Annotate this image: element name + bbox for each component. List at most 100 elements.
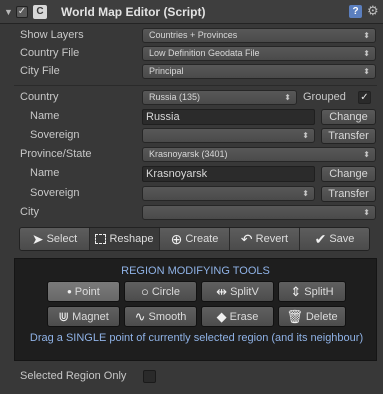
inspector-header: ▼ ✓ C World Map Editor (Script) (0, 0, 383, 24)
reshape-tool-label: Reshape (109, 233, 154, 245)
region-tools-title: REGION MODIFYING TOOLS (121, 265, 270, 277)
cursor-arrow-icon: ➤ (31, 231, 44, 247)
undo-arrow-icon: ↶ (240, 231, 253, 247)
region-tools-panel: REGION MODIFYING TOOLS • Point ○ Circle … (14, 258, 377, 361)
province-value: Krasnoyarsk (3401) (149, 149, 228, 159)
province-transfer-button[interactable]: Transfer (321, 186, 376, 202)
province-row: Province/State Krasnoyarsk (3401) ⬍ (0, 146, 383, 164)
dropdown-arrow-icon: ⬍ (302, 131, 309, 140)
point-tool-button[interactable]: • Point (47, 281, 120, 302)
dropdown-arrow-icon: ⬍ (363, 31, 370, 40)
country-name-field[interactable]: Russia (142, 109, 315, 125)
province-sovereign-dropdown[interactable]: ⬍ (142, 186, 315, 201)
country-sovereign-dropdown[interactable]: ⬍ (142, 128, 315, 143)
revert-tool-button[interactable]: ↶ Revert (230, 228, 300, 250)
create-tool-button[interactable]: ⊕ Create (160, 228, 230, 250)
province-change-button[interactable]: Change (321, 166, 376, 182)
country-file-row: Country File Low Definition Geodata File… (0, 45, 383, 63)
smooth-tool-label: Smooth (148, 310, 187, 323)
country-transfer-button[interactable]: Transfer (321, 128, 376, 144)
select-tool-label: Select (46, 233, 78, 245)
divider (14, 85, 377, 86)
country-file-dropdown[interactable]: Low Definition Geodata File ⬍ (142, 46, 376, 61)
reshape-tool-button[interactable]: Reshape (90, 228, 160, 250)
dropdown-arrow-icon: ⬍ (363, 150, 370, 159)
erase-tool-button[interactable]: ◆ Erase (201, 306, 274, 327)
country-dropdown[interactable]: Russia (135) ⬍ (142, 90, 297, 105)
country-name-row: Name Russia Change (0, 108, 383, 126)
checkmark-icon: ✔ (314, 231, 327, 247)
show-layers-label: Show Layers (20, 29, 84, 41)
save-tool-button[interactable]: ✔ Save (300, 228, 369, 250)
editor-toolbar: ➤ Select Reshape ⊕ Create ↶ Revert ✔ Sav… (19, 227, 370, 251)
dropdown-arrow-icon: ⬍ (302, 189, 309, 198)
city-label: City (20, 206, 39, 218)
magnet-tool-button[interactable]: ⋓ Magnet (47, 306, 120, 327)
help-icon[interactable]: ? (349, 5, 362, 18)
splith-tool-button[interactable]: ⇕ SplitH (278, 281, 346, 302)
collapse-arrow-icon[interactable]: ▼ (4, 7, 16, 17)
grouped-checkbox[interactable]: ✓ (358, 91, 371, 104)
city-row: City ⬍ (0, 204, 383, 222)
province-dropdown[interactable]: Krasnoyarsk (3401) ⬍ (142, 147, 376, 162)
point-tool-label: Point (74, 285, 100, 298)
smooth-tool-button[interactable]: ∿ Smooth (124, 306, 197, 327)
country-row: Country Russia (135) ⬍ Grouped ✓ (0, 89, 383, 107)
country-sovereign-label: Sovereign (30, 129, 80, 141)
city-file-value: Principal (149, 66, 184, 76)
script-icon: C (33, 4, 47, 19)
component-enabled-checkbox[interactable]: ✓ (16, 5, 28, 18)
eraser-icon: ◆ (216, 309, 227, 324)
country-file-value: Low Definition Geodata File (149, 48, 260, 58)
dot-icon: • (67, 284, 72, 299)
dropdown-arrow-icon: ⬍ (363, 49, 370, 58)
tool-hint-text: Drag a SINGLE point of currently selecte… (29, 332, 364, 344)
city-file-label: City File (20, 65, 60, 77)
country-sovereign-row: Sovereign ⬍ Transfer (0, 127, 383, 145)
select-tool-button[interactable]: ➤ Select (20, 228, 90, 250)
show-layers-row: Show Layers Countries + Provinces ⬍ (0, 27, 383, 45)
split-horizontal-icon: ⇕ (290, 284, 302, 299)
delete-tool-button[interactable]: 🗑 Delete (278, 306, 346, 327)
delete-tool-label: Delete (305, 310, 338, 323)
smooth-curve-icon: ∿ (134, 309, 146, 324)
circle-tool-button[interactable]: ○ Circle (124, 281, 197, 302)
erase-tool-label: Erase (229, 310, 259, 323)
circle-icon: ○ (141, 284, 149, 299)
province-name-label: Name (30, 167, 60, 179)
component-title: World Map Editor (Script) (61, 4, 206, 19)
city-dropdown[interactable]: ⬍ (142, 205, 376, 220)
country-change-button[interactable]: Change (321, 109, 376, 125)
selected-region-only-label: Selected Region Only (20, 370, 127, 382)
dashed-rectangle-icon (95, 234, 107, 244)
revert-tool-label: Revert (255, 233, 289, 245)
splitv-tool-label: SplitV (230, 285, 259, 298)
circle-tool-label: Circle (151, 285, 180, 298)
country-label: Country (20, 91, 59, 103)
trash-icon: 🗑 (286, 309, 303, 324)
dropdown-arrow-icon: ⬍ (363, 208, 370, 217)
save-tool-label: Save (329, 233, 355, 245)
country-file-label: Country File (20, 47, 80, 59)
show-layers-dropdown[interactable]: Countries + Provinces ⬍ (142, 28, 376, 43)
country-name-label: Name (30, 110, 60, 122)
splith-tool-label: SplitH (304, 285, 334, 298)
province-sovereign-row: Sovereign ⬍ Transfer (0, 185, 383, 203)
province-name-field[interactable]: Krasnoyarsk (142, 166, 315, 182)
province-label: Province/State (20, 148, 92, 160)
split-vertical-icon: ⇹ (216, 284, 228, 299)
province-sovereign-label: Sovereign (30, 187, 80, 199)
city-file-row: City File Principal ⬍ (0, 63, 383, 81)
city-file-dropdown[interactable]: Principal ⬍ (142, 64, 376, 79)
splitv-tool-button[interactable]: ⇹ SplitV (201, 281, 274, 302)
selected-region-only-checkbox[interactable] (143, 370, 156, 383)
province-name-row: Name Krasnoyarsk Change (0, 165, 383, 183)
country-value: Russia (135) (149, 92, 201, 102)
dropdown-arrow-icon: ⬍ (284, 93, 291, 102)
plus-circle-icon: ⊕ (170, 231, 183, 247)
gear-icon[interactable]: ⚙ (367, 3, 379, 19)
grouped-label: Grouped (303, 91, 346, 103)
magnet-icon: ⋓ (58, 309, 70, 324)
magnet-tool-label: Magnet (72, 310, 109, 323)
dropdown-arrow-icon: ⬍ (363, 67, 370, 76)
